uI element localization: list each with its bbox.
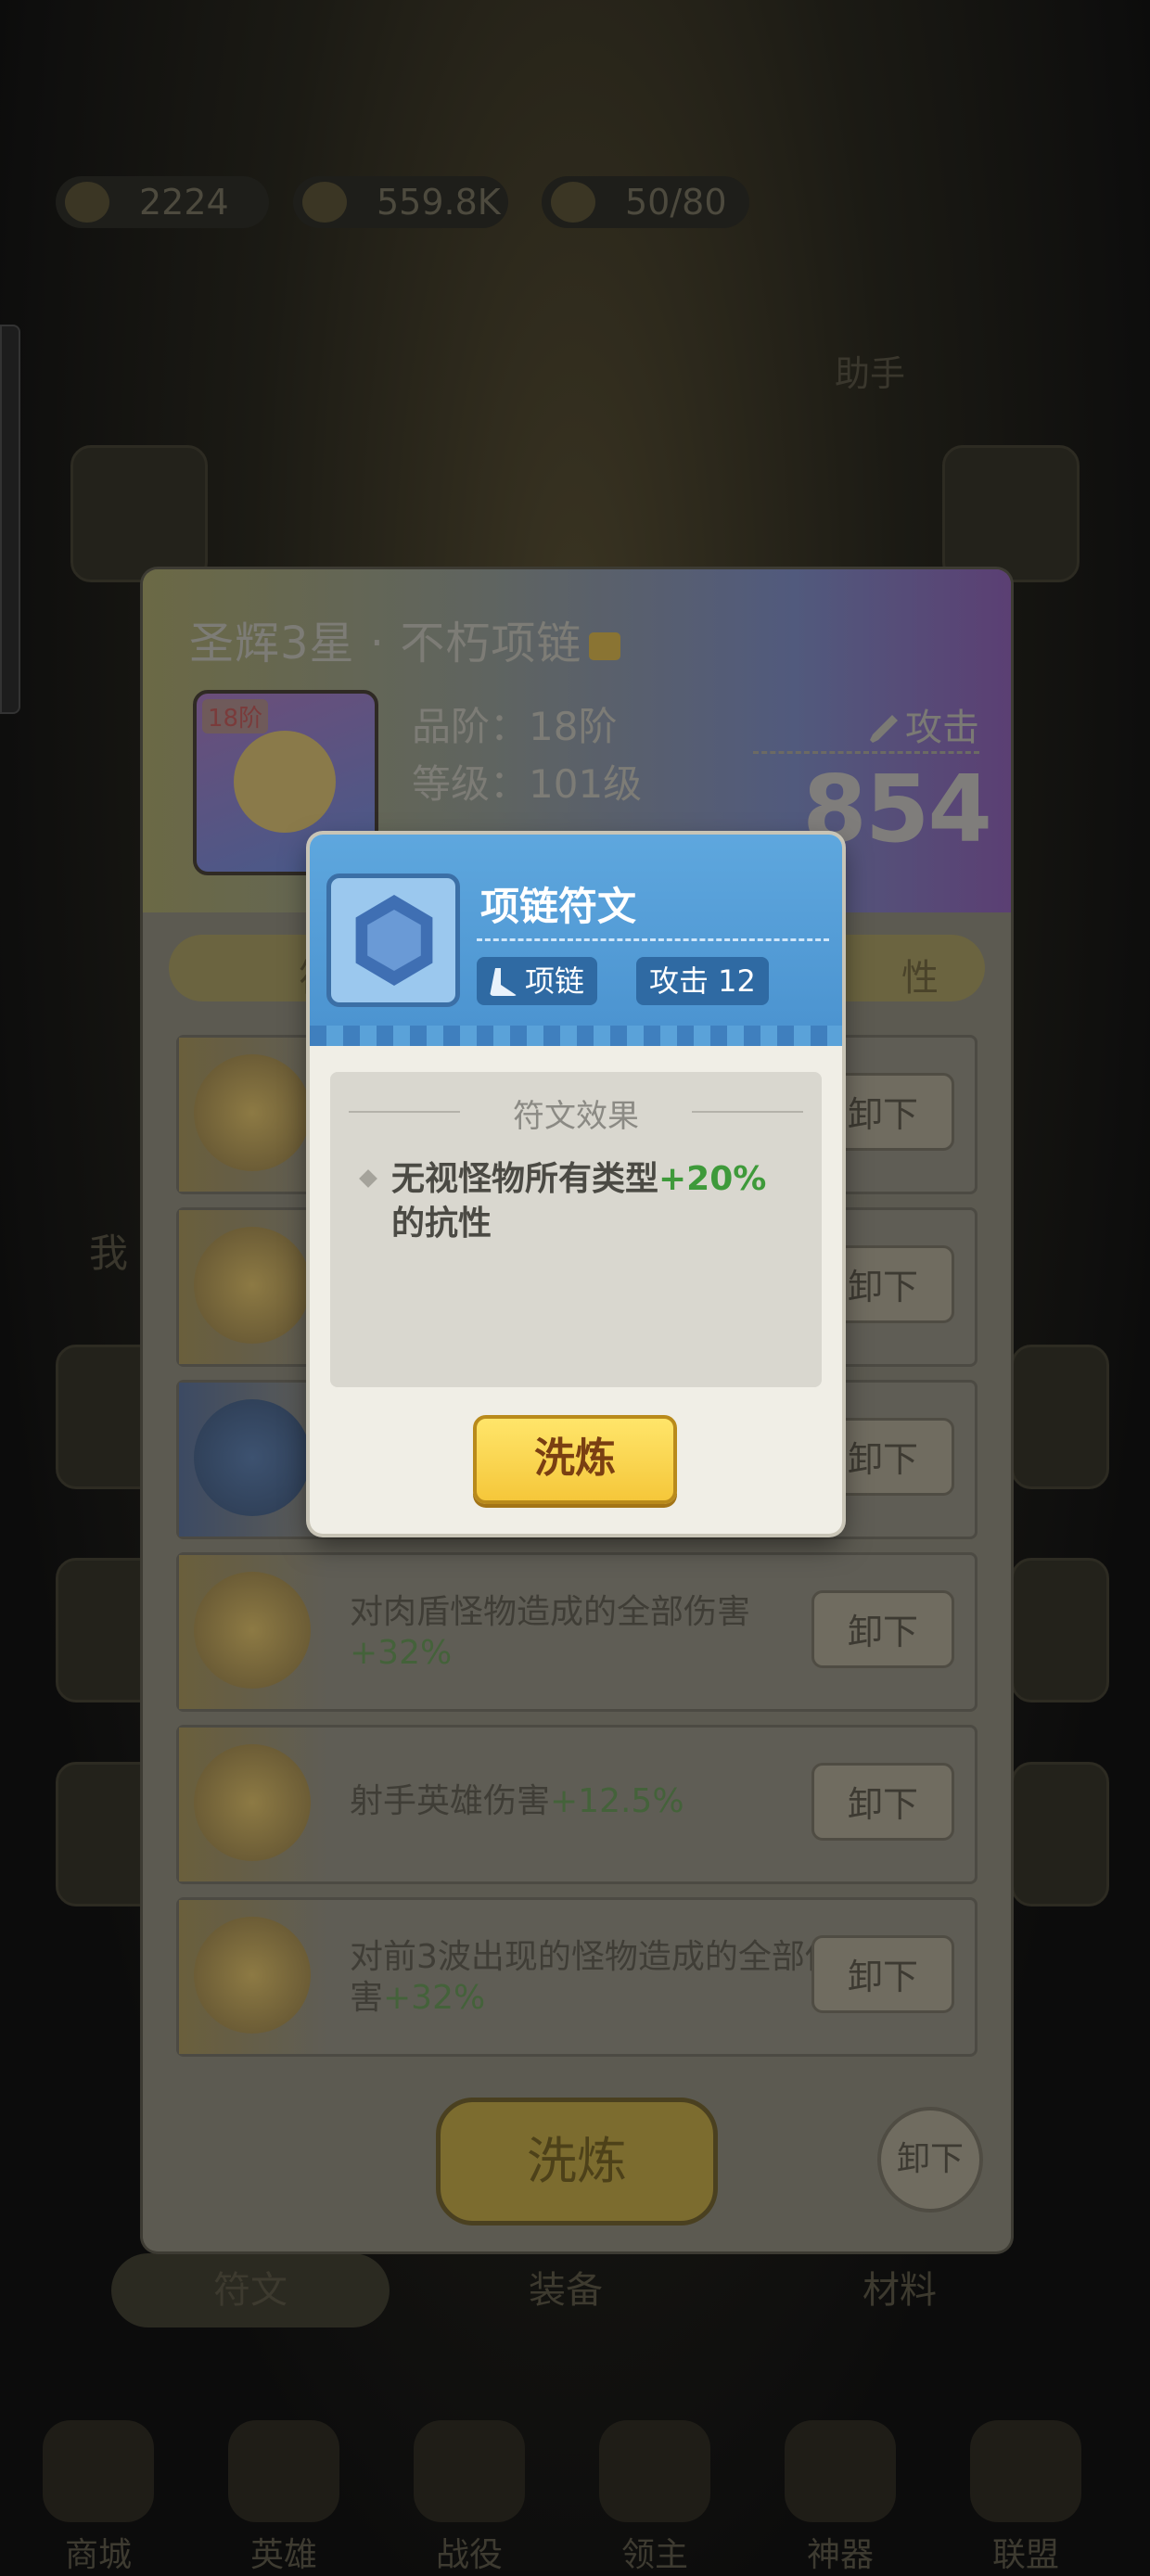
gold-rune-icon — [194, 1917, 311, 2034]
nav-heroes-label: 英雄 — [249, 2536, 317, 2574]
tab-attributes-stub[interactable]: 性 — [901, 948, 939, 1001]
stamina-count: 50/80 — [625, 182, 727, 223]
effect-title: 符文效果 — [513, 1098, 639, 1135]
assistant-label[interactable]: 助手 — [835, 345, 905, 396]
effect-bonus: +20% — [658, 1160, 767, 1198]
gold-rune-icon — [194, 1227, 311, 1344]
nav-artifact[interactable]: 神器 — [775, 2420, 905, 2576]
stamina-icon — [551, 182, 595, 223]
stat-level: 等级：101级 — [412, 761, 643, 807]
nav-shop-label: 商城 — [64, 2536, 132, 2574]
side-drawer-handle[interactable] — [0, 325, 20, 714]
rune-bonus: +12.5% — [550, 1782, 684, 1820]
refine-button[interactable]: 洗炼 — [473, 1415, 677, 1504]
hero-card-right-3[interactable] — [1011, 1762, 1109, 1906]
equip-slot-weapon[interactable] — [70, 445, 208, 582]
shop-icon — [43, 2420, 154, 2522]
rune-desc: 对肉盾怪物造成的全部伤害+32% — [350, 1592, 850, 1674]
effect-text-a: 无视怪物所有类型 — [391, 1160, 659, 1198]
rune-name: 项链符文 — [480, 884, 637, 929]
bottom-filter-tabs: 符文 装备 材料 — [74, 2253, 1076, 2327]
rune-desc: 射手英雄伤害+12.5% — [350, 1781, 850, 1822]
unload-all-button[interactable]: 卸下 — [877, 2107, 983, 2213]
attack-tag: 攻击 12 — [636, 957, 769, 1005]
bg-left-label: 我 — [89, 1231, 129, 1276]
gold-coin-icon — [302, 182, 347, 223]
artifact-icon — [785, 2420, 896, 2522]
rune-desc-text: 射手英雄伤害 — [350, 1782, 551, 1820]
unload-button[interactable]: 卸下 — [811, 1935, 954, 2013]
blue-rune-icon — [194, 1399, 311, 1516]
effect-box: 符文效果 无视怪物所有类型+20% 的抗性 — [330, 1072, 822, 1387]
nav-campaign-label: 战役 — [435, 2536, 503, 2574]
tab-runes[interactable]: 符文 — [111, 2253, 390, 2327]
necklace-icon — [234, 731, 336, 833]
rune-desc: 对前3波出现的怪物造成的全部伤害+32% — [350, 1937, 850, 2019]
header-divider — [477, 938, 829, 941]
nav-shop[interactable]: 商城 — [33, 2420, 163, 2576]
alliance-icon — [970, 2420, 1081, 2522]
attack-divider — [753, 751, 979, 754]
nav-heroes[interactable]: 英雄 — [219, 2420, 349, 2576]
stat-rank: 品阶：18阶 — [412, 704, 618, 749]
rune-desc-text: 对肉盾怪物造成的全部伤害 — [350, 1593, 751, 1631]
unload-button[interactable]: 卸下 — [811, 1590, 954, 1668]
rune-thumb — [179, 1555, 327, 1709]
nav-lord[interactable]: 领主 — [590, 2420, 720, 2576]
gem-counter: 2224 — [56, 176, 269, 228]
stamina-counter: 50/80 — [542, 176, 749, 228]
gem-icon — [65, 182, 109, 223]
title-ornament-right — [692, 1111, 803, 1113]
gold-rune-icon — [194, 1054, 311, 1171]
slot-tag-label: 项链 — [525, 963, 585, 999]
rune-thumb — [179, 1728, 327, 1881]
nav-lord-label: 领主 — [620, 2536, 688, 2574]
lord-icon — [599, 2420, 710, 2522]
nav-alliance-label: 联盟 — [991, 2536, 1059, 2574]
rune-row: 对肉盾怪物造成的全部伤害+32% 卸下 — [176, 1552, 978, 1712]
rune-detail-popup: 项链符文 项链 攻击 12 符文效果 无视怪物所有类型+20% 的抗性 洗炼 — [310, 835, 842, 1534]
popup-header: 项链符文 项链 攻击 12 — [310, 835, 842, 1046]
necklace-slot-icon — [490, 968, 518, 996]
nav-campaign[interactable]: 战役 — [404, 2420, 534, 2576]
equipment-name: 圣辉3星 · 不朽项链 — [189, 618, 582, 670]
attack-label: 攻击 — [870, 697, 979, 751]
rune-thumb — [179, 1038, 327, 1192]
rune-thumb — [179, 1383, 327, 1537]
lock-icon[interactable] — [589, 632, 621, 660]
gold-counter: 559.8K — [293, 176, 508, 228]
heroes-icon — [228, 2420, 339, 2522]
nav-alliance[interactable]: 联盟 — [961, 2420, 1091, 2576]
effect-text-b: 的抗性 — [391, 1205, 492, 1243]
header-zigzag-border — [310, 1026, 842, 1046]
refine-all-button[interactable]: 洗炼 — [436, 2098, 718, 2225]
rune-bonus: +32% — [383, 1979, 486, 2017]
nav-artifact-label: 神器 — [806, 2536, 874, 2574]
rune-row: 对前3波出现的怪物造成的全部伤害+32% 卸下 — [176, 1897, 978, 2057]
effect-text: 无视怪物所有类型+20% 的抗性 — [391, 1157, 799, 1246]
gold-rune-icon — [194, 1744, 311, 1861]
bullet-icon — [359, 1169, 377, 1188]
hero-card-right-1[interactable] — [1011, 1345, 1109, 1489]
tier-badge: 18阶 — [202, 699, 269, 733]
hero-card-right-2[interactable] — [1011, 1558, 1109, 1702]
rune-icon — [326, 874, 460, 1007]
rune-row: 射手英雄伤害+12.5% 卸下 — [176, 1725, 978, 1884]
tab-materials[interactable]: 材料 — [862, 2253, 1011, 2327]
unload-button[interactable]: 卸下 — [811, 1763, 954, 1841]
gold-count: 559.8K — [377, 182, 501, 223]
rune-thumb — [179, 1210, 327, 1364]
equip-slot-armor[interactable] — [942, 445, 1080, 582]
gem-count: 2224 — [139, 182, 229, 223]
gold-rune-icon — [194, 1572, 311, 1689]
sword-icon — [870, 715, 898, 743]
panel-title: 圣辉3星 · 不朽项链 — [189, 606, 621, 671]
rune-bonus: +32% — [350, 1634, 453, 1672]
rune-thumb — [179, 1900, 327, 2054]
slot-tag: 项链 — [477, 957, 598, 1005]
attack-label-text: 攻击 — [905, 707, 979, 749]
campaign-icon — [414, 2420, 525, 2522]
tab-equipment[interactable]: 装备 — [529, 2253, 677, 2327]
